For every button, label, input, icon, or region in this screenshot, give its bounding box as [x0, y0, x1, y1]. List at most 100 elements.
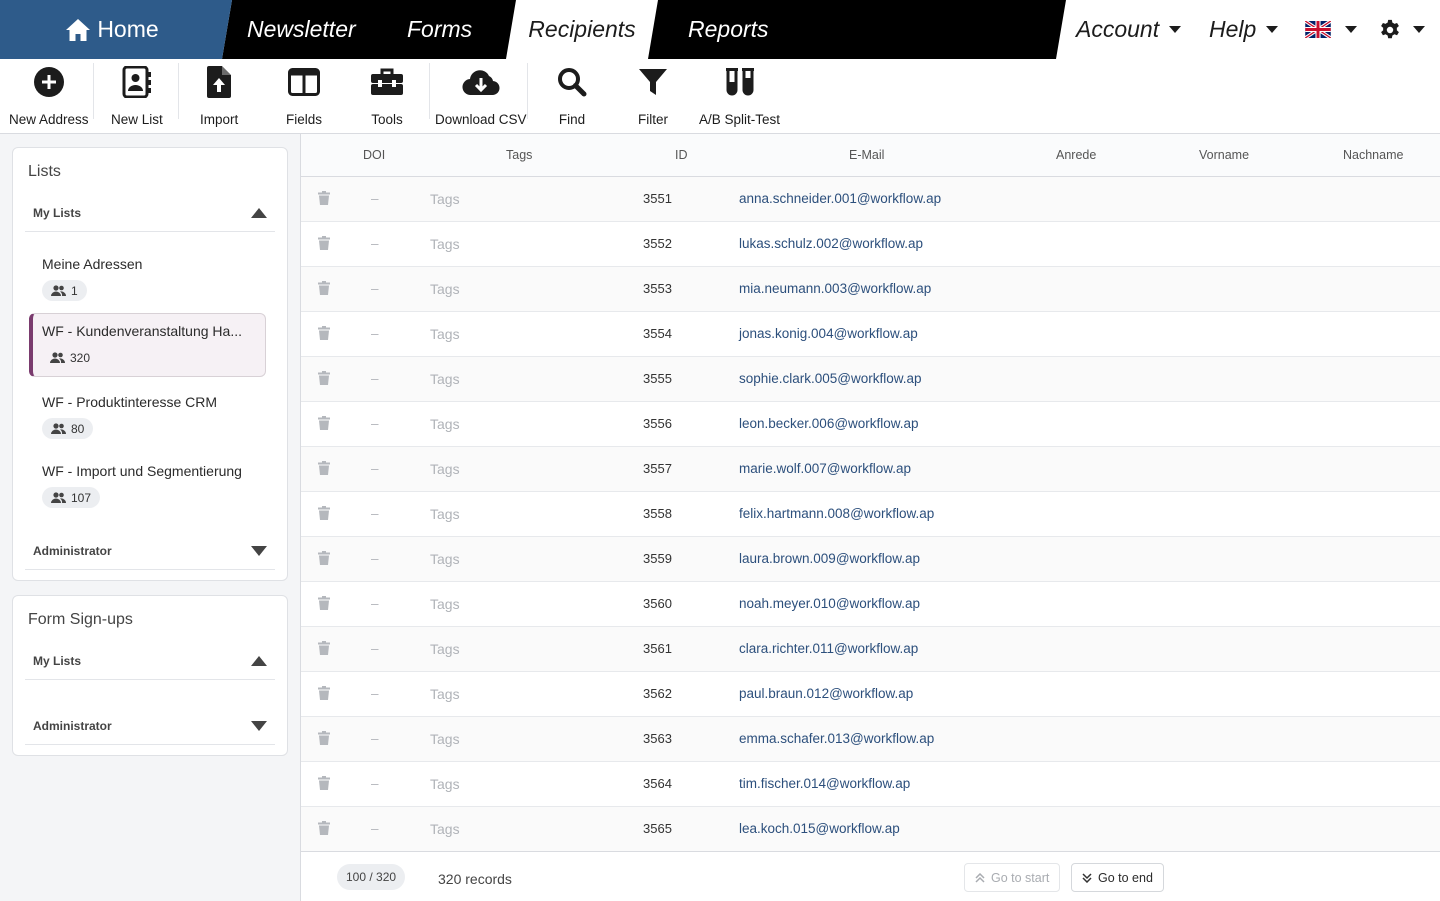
- email-cell[interactable]: sophie.clark.005@workflow.ap: [739, 371, 922, 386]
- trash-icon[interactable]: [318, 821, 330, 835]
- email-cell[interactable]: leon.becker.006@workflow.ap: [739, 416, 919, 431]
- tags-cell[interactable]: Tags: [430, 191, 460, 207]
- tags-cell[interactable]: Tags: [430, 236, 460, 252]
- email-cell[interactable]: clara.richter.011@workflow.ap: [739, 641, 918, 656]
- trash-icon[interactable]: [318, 776, 330, 790]
- nav-help[interactable]: Help: [1209, 0, 1279, 59]
- tags-cell[interactable]: Tags: [430, 551, 460, 567]
- trash-icon[interactable]: [318, 596, 330, 610]
- my-lists-section-toggle[interactable]: My Lists: [25, 194, 275, 232]
- tags-cell[interactable]: Tags: [430, 506, 460, 522]
- tags-cell[interactable]: Tags: [430, 596, 460, 612]
- administrator-label: Administrator: [33, 543, 112, 558]
- email-cell[interactable]: jonas.konig.004@workflow.ap: [739, 326, 918, 341]
- nav-recipients[interactable]: Recipients: [506, 0, 658, 59]
- form-administrator-toggle[interactable]: Administrator: [25, 707, 275, 745]
- go-to-start-button[interactable]: Go to start: [964, 863, 1061, 892]
- settings-menu[interactable]: [1379, 0, 1425, 59]
- tags-cell[interactable]: Tags: [430, 416, 460, 432]
- go-to-end-button[interactable]: Go to end: [1071, 863, 1164, 892]
- trash-icon[interactable]: [318, 731, 330, 745]
- table-row[interactable]: – Tags 3556 leon.becker.006@workflow.ap: [301, 402, 1440, 447]
- email-cell[interactable]: noah.meyer.010@workflow.ap: [739, 596, 920, 611]
- find-button[interactable]: Find: [557, 65, 587, 127]
- table-row[interactable]: – Tags 3563 emma.schafer.013@workflow.ap: [301, 717, 1440, 762]
- table-row[interactable]: – Tags 3562 paul.braun.012@workflow.ap: [301, 672, 1440, 717]
- tools-button[interactable]: Tools: [371, 65, 403, 127]
- tags-cell[interactable]: Tags: [430, 731, 460, 747]
- tags-cell[interactable]: Tags: [430, 461, 460, 477]
- email-cell[interactable]: lea.koch.015@workflow.ap: [739, 821, 900, 836]
- table-row[interactable]: – Tags 3551 anna.schneider.001@workflow.ap: [301, 177, 1440, 222]
- nav-reports[interactable]: Reports: [688, 0, 769, 59]
- trash-icon[interactable]: [318, 551, 330, 565]
- nav-home[interactable]: Home: [0, 0, 232, 59]
- list-item-produktinteresse[interactable]: WF - Produktinteresse CRM 80: [29, 385, 266, 449]
- language-selector[interactable]: [1305, 0, 1357, 59]
- column-header-doi[interactable]: DOI: [363, 148, 385, 162]
- new-address-label: New Address: [9, 112, 89, 127]
- table-row[interactable]: – Tags 3559 laura.brown.009@workflow.ap: [301, 537, 1440, 582]
- list-item-meine-adressen[interactable]: Meine Adressen 1: [29, 247, 266, 311]
- tags-cell[interactable]: Tags: [430, 821, 460, 837]
- column-header-vorname[interactable]: Vorname: [1199, 148, 1249, 162]
- list-item-import-segmentierung[interactable]: WF - Import und Segmentierung 107: [29, 454, 266, 518]
- table-row[interactable]: – Tags 3553 mia.neumann.003@workflow.ap: [301, 267, 1440, 312]
- email-cell[interactable]: emma.schafer.013@workflow.ap: [739, 731, 934, 746]
- new-list-button[interactable]: New List: [111, 65, 163, 127]
- column-header-nachname[interactable]: Nachname: [1343, 148, 1403, 162]
- email-cell[interactable]: paul.braun.012@workflow.ap: [739, 686, 913, 701]
- list-item-kundenveranstaltung[interactable]: WF - Kundenveranstaltung Ha... 320: [29, 313, 266, 377]
- trash-icon[interactable]: [318, 641, 330, 655]
- column-header-tags[interactable]: Tags: [506, 148, 532, 162]
- table-row[interactable]: – Tags 3558 felix.hartmann.008@workflow.ap: [301, 492, 1440, 537]
- import-button[interactable]: Import: [200, 65, 238, 127]
- nav-forms[interactable]: Forms: [407, 0, 472, 59]
- tags-cell[interactable]: Tags: [430, 686, 460, 702]
- table-row[interactable]: – Tags 3564 tim.fischer.014@workflow.ap: [301, 762, 1440, 807]
- tags-cell[interactable]: Tags: [430, 371, 460, 387]
- filter-button[interactable]: Filter: [638, 65, 668, 127]
- trash-icon[interactable]: [318, 416, 330, 430]
- trash-icon[interactable]: [318, 191, 330, 205]
- email-cell[interactable]: anna.schneider.001@workflow.ap: [739, 191, 941, 206]
- trash-icon[interactable]: [318, 281, 330, 295]
- column-header-id[interactable]: ID: [675, 148, 688, 162]
- column-header-anrede[interactable]: Anrede: [1056, 148, 1096, 162]
- table-row[interactable]: – Tags 3554 jonas.konig.004@workflow.ap: [301, 312, 1440, 357]
- nav-account[interactable]: Account: [1076, 0, 1182, 59]
- table-row[interactable]: – Tags 3560 noah.meyer.010@workflow.ap: [301, 582, 1440, 627]
- doi-cell: –: [371, 326, 379, 341]
- nav-newsletter[interactable]: Newsletter: [247, 0, 356, 59]
- table-row[interactable]: – Tags 3552 lukas.schulz.002@workflow.ap: [301, 222, 1440, 267]
- email-cell[interactable]: lukas.schulz.002@workflow.ap: [739, 236, 923, 251]
- tags-cell[interactable]: Tags: [430, 641, 460, 657]
- trash-icon[interactable]: [318, 326, 330, 340]
- trash-icon[interactable]: [318, 686, 330, 700]
- tags-cell[interactable]: Tags: [430, 281, 460, 297]
- table-row[interactable]: – Tags 3565 lea.koch.015@workflow.ap: [301, 807, 1440, 852]
- find-label: Find: [558, 112, 586, 127]
- trash-icon[interactable]: [318, 461, 330, 475]
- tags-cell[interactable]: Tags: [430, 776, 460, 792]
- email-cell[interactable]: tim.fischer.014@workflow.ap: [739, 776, 910, 791]
- ab-split-test-button[interactable]: A/B Split-Test: [699, 65, 780, 127]
- email-cell[interactable]: felix.hartmann.008@workflow.ap: [739, 506, 934, 521]
- doi-cell: –: [371, 371, 379, 386]
- email-cell[interactable]: laura.brown.009@workflow.ap: [739, 551, 920, 566]
- fields-button[interactable]: Fields: [286, 65, 322, 127]
- trash-icon[interactable]: [318, 236, 330, 250]
- table-row[interactable]: – Tags 3561 clara.richter.011@workflow.ap: [301, 627, 1440, 672]
- column-header-email[interactable]: E-Mail: [849, 148, 884, 162]
- administrator-section-toggle[interactable]: Administrator: [25, 532, 275, 570]
- new-address-button[interactable]: New Address: [9, 65, 89, 127]
- tags-cell[interactable]: Tags: [430, 326, 460, 342]
- table-row[interactable]: – Tags 3557 marie.wolf.007@workflow.ap: [301, 447, 1440, 492]
- email-cell[interactable]: marie.wolf.007@workflow.ap: [739, 461, 911, 476]
- form-my-lists-toggle[interactable]: My Lists: [25, 642, 275, 680]
- download-csv-button[interactable]: Download CSV: [435, 65, 527, 127]
- trash-icon[interactable]: [318, 371, 330, 385]
- trash-icon[interactable]: [318, 506, 330, 520]
- email-cell[interactable]: mia.neumann.003@workflow.ap: [739, 281, 931, 296]
- table-row[interactable]: – Tags 3555 sophie.clark.005@workflow.ap: [301, 357, 1440, 402]
